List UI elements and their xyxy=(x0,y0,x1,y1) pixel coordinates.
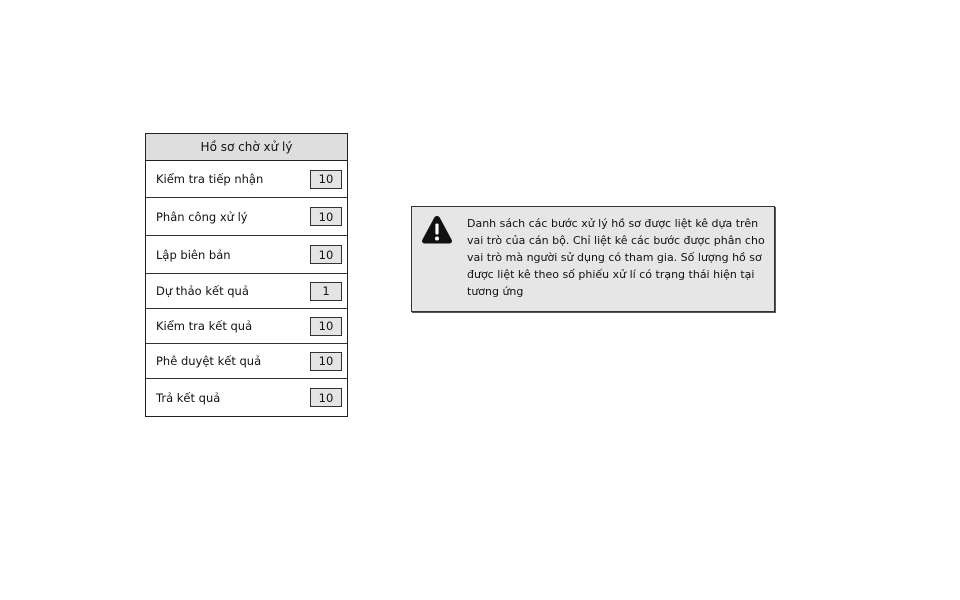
step-count-box[interactable]: 10 xyxy=(310,245,342,264)
step-count-box[interactable]: 10 xyxy=(310,169,342,189)
step-count-box[interactable]: 10 xyxy=(310,316,342,336)
pending-records-panel: Hồ sơ chờ xử lý Kiểm tra tiếp nhận 10 Ph… xyxy=(145,133,348,417)
step-row-kiem-tra-ket-qua[interactable]: Kiểm tra kết quả 10 xyxy=(146,309,347,344)
step-count-box[interactable]: 10 xyxy=(310,388,342,407)
step-row-phe-duyet-ket-qua[interactable]: Phê duyệt kết quả 10 xyxy=(146,344,347,379)
step-count-box[interactable]: 10 xyxy=(310,207,342,226)
step-row-du-thao-ket-qua[interactable]: Dự thảo kết quả 1 xyxy=(146,274,347,309)
step-count-box[interactable]: 1 xyxy=(310,281,342,301)
step-row-lap-bien-ban[interactable]: Lập biên bản 10 xyxy=(146,236,347,274)
step-row-phan-cong-xu-ly[interactable]: Phân công xử lý 10 xyxy=(146,198,347,236)
note-text: Danh sách các bước xử lý hồ sơ được liệt… xyxy=(467,217,765,298)
step-row-tra-ket-qua[interactable]: Trả kết quả 10 xyxy=(146,379,347,416)
step-count-box[interactable]: 10 xyxy=(310,351,342,371)
warning-icon xyxy=(422,216,452,244)
step-row-kiem-tra-tiep-nhan[interactable]: Kiểm tra tiếp nhận 10 xyxy=(146,161,347,198)
info-note: Danh sách các bước xử lý hồ sơ được liệt… xyxy=(411,206,775,312)
panel-title: Hồ sơ chờ xử lý xyxy=(146,134,347,161)
